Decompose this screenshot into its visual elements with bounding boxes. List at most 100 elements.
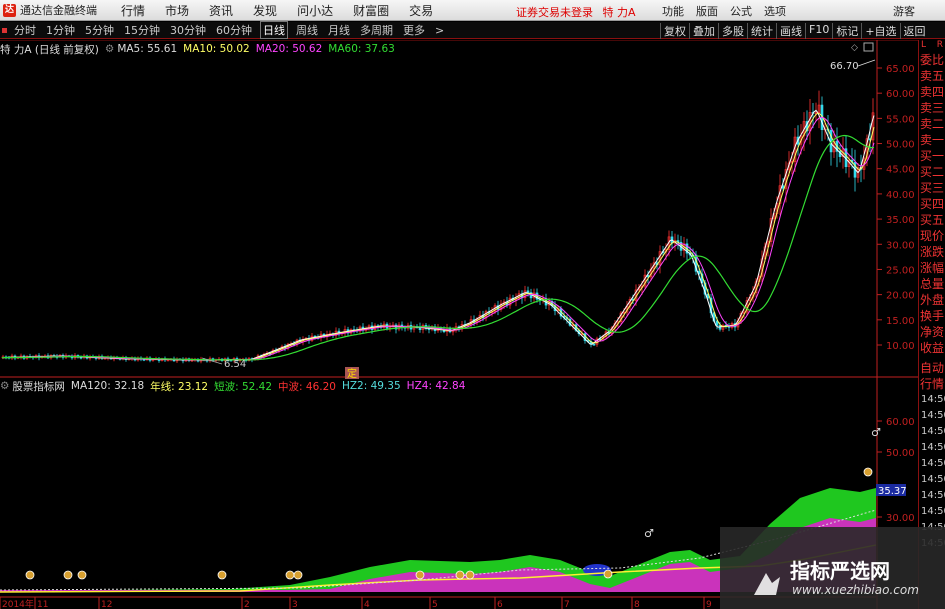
tick-time: 14:50 (921, 394, 945, 405)
tool-fanhui[interactable]: 返回 (899, 23, 929, 39)
maximize-icon[interactable] (863, 42, 874, 52)
tool-biaoji[interactable]: 标记 (832, 23, 861, 39)
signal-arrow-icon: ♂ (871, 426, 881, 439)
zhongbo-label: 中波: 46.20 (278, 380, 336, 393)
ma60-label: MA60: 37.63 (328, 43, 395, 55)
ma20-label: MA20: 50.62 (255, 43, 323, 55)
tool-zixuan[interactable]: +自选 (861, 23, 899, 39)
menu-shichang[interactable]: 市场 (165, 2, 189, 19)
menu-jiaoyi[interactable]: 交易 (409, 2, 433, 19)
high-price-arrow (857, 59, 876, 67)
quote-item: 买四 (919, 197, 944, 211)
indicator-tick-label: 60.00 (886, 417, 915, 428)
period-monthly[interactable]: 月线 (326, 22, 352, 38)
kline-chart[interactable]: ♂ ♂ 65.00 60.00 55.00 50.00 45.00 40.00 35.00 30… (0, 40, 918, 609)
ma5-label: MA5: 55.61 (117, 43, 178, 55)
app-logo-icon: 达 (3, 3, 16, 17)
menu-hangqing[interactable]: 行情 (121, 2, 145, 19)
price-tick-label: 15.00 (886, 316, 915, 327)
tool-huaxian[interactable]: 画线 (776, 23, 805, 39)
price-tick-label: 40.00 (886, 190, 915, 201)
quote-item: 卖三 (919, 101, 944, 115)
time-label: 2014年 (2, 598, 34, 609)
time-label: 5 (432, 600, 438, 609)
menu-caifuquan[interactable]: 财富圈 (353, 2, 389, 19)
guest-label[interactable]: 游客 (893, 3, 915, 19)
period-fenshi[interactable]: 分时 (12, 22, 38, 38)
hz4-label: HZ4: 42.84 (406, 380, 466, 392)
money-bag-icon (863, 467, 873, 477)
time-label: 9 (706, 600, 712, 609)
quote-item: 现价 (919, 229, 944, 243)
menu-faxian[interactable]: 发现 (253, 2, 277, 19)
menu-banmian[interactable]: 版面 (696, 3, 718, 19)
indicator-name[interactable]: 股票指标网 (12, 379, 65, 394)
indicator-tick-label: 30.00 (886, 513, 915, 524)
period-30min[interactable]: 30分钟 (168, 22, 208, 38)
quote-item: 收益 (919, 341, 944, 355)
tool-buttons: 复权 叠加 多股 统计 画线 F10 标记 +自选 返回 (660, 23, 929, 39)
menu-zixun[interactable]: 资讯 (209, 2, 233, 19)
tool-tongji[interactable]: 统计 (747, 23, 776, 39)
menu-wenxiaoda[interactable]: 问小达 (297, 2, 333, 19)
candle-body (592, 343, 596, 346)
tool-f10[interactable]: F10 (805, 23, 832, 39)
period-1min[interactable]: 1分钟 (44, 22, 77, 38)
quote-item: 总量 (919, 277, 944, 291)
money-bag-icon (25, 570, 35, 580)
quote-item: 涨幅 (919, 261, 944, 275)
red-square-icon (2, 27, 7, 33)
period-15min[interactable]: 15分钟 (122, 22, 162, 38)
tick-time: 14:50 (921, 458, 945, 469)
period-more[interactable]: 更多 (401, 22, 427, 38)
panel-hangqing[interactable]: 行情 (919, 376, 945, 392)
money-bag-icon (63, 570, 73, 580)
ma-line-20 (2, 116, 875, 361)
nianxian-label: 年线: 23.12 (150, 380, 209, 393)
time-label: 7 (564, 600, 570, 609)
settings-gear-icon[interactable]: ⚙ (105, 43, 114, 55)
time-labels: 2014年 11 12 2 3 4 5 6 7 8 9 (0, 597, 712, 609)
quote-item: 买五 (919, 213, 944, 227)
money-bag-icon (455, 570, 465, 580)
period-5min[interactable]: 5分钟 (83, 22, 116, 38)
watermark-url: www.xuezhibiao.com (792, 583, 919, 597)
chevron-right-icon[interactable]: > (433, 24, 446, 37)
ma-lines-group (1, 109, 875, 361)
quote-item: 外盘 (919, 293, 944, 307)
time-label: 12 (101, 600, 112, 609)
panel-zidong[interactable]: 自动 (919, 360, 945, 376)
app-name: 通达信金融终端 (20, 4, 97, 17)
login-status-text: 证券交易未登录 (516, 6, 593, 19)
panel-header: L R (919, 40, 945, 52)
settings-gear-icon[interactable]: ⚙ (0, 380, 9, 392)
indicator-info-bar: ⚙ 股票指标网 MA120: 32.18 年线: 23.12 短波: 52.42… (0, 379, 471, 393)
period-60min[interactable]: 60分钟 (214, 22, 254, 38)
diamond-icon[interactable]: ◇ (851, 43, 858, 53)
period-multi[interactable]: 多周期 (358, 22, 395, 38)
login-status[interactable]: 证券交易未登录 特 力A (516, 4, 636, 20)
quote-item: 委比 (919, 53, 944, 67)
menu-gongshi[interactable]: 公式 (730, 3, 752, 19)
tick-time: 14:50 (921, 410, 945, 421)
panel-header-left[interactable]: L (921, 40, 926, 52)
panel-header-right[interactable]: R (937, 40, 943, 52)
quote-item: 净资 (919, 325, 944, 339)
title-bar: 达 通达信金融终端 行情 市场 资讯 发现 问小达 财富圈 交易 证券交易未登录… (0, 0, 945, 21)
tool-duogu[interactable]: 多股 (718, 23, 747, 39)
period-weekly[interactable]: 周线 (294, 22, 320, 38)
money-bag-icon (285, 570, 295, 580)
tool-diejia[interactable]: 叠加 (689, 23, 718, 39)
low-price-label: 6.54 (224, 359, 246, 370)
tool-fuquan[interactable]: 复权 (660, 23, 689, 39)
money-bag-icon (217, 570, 227, 580)
price-tick-label: 45.00 (886, 165, 915, 176)
menu-gongneng[interactable]: 功能 (662, 3, 684, 19)
period-daily[interactable]: 日线 (260, 21, 288, 39)
menu-xuanxiang[interactable]: 选项 (764, 3, 786, 19)
tick-time: 14:50 (921, 490, 945, 501)
quote-item: 卖一 (919, 133, 944, 147)
quote-item: 买一 (919, 149, 944, 163)
chart-title: 特 力A (日线 前复权) (0, 43, 99, 56)
stock-name: 特 力A (602, 6, 636, 19)
